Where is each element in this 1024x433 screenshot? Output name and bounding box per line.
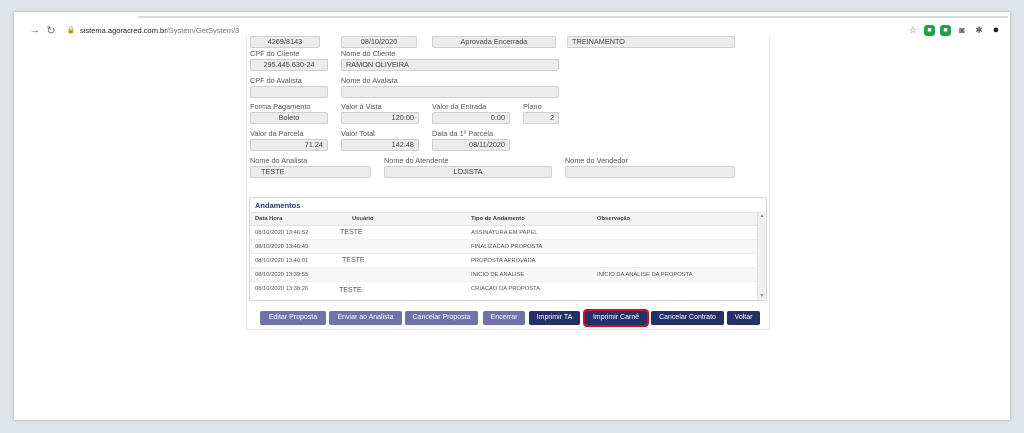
data-parcela-label: Data da 1º Parcela — [432, 129, 494, 138]
row-usuario: TESTE — [340, 229, 363, 236]
nome-analista-label: Nome do Analista — [250, 156, 308, 165]
action-buttons: Editar Proposta Enviar ao Analista Cance… — [247, 309, 771, 327]
nome-analista-field[interactable]: TESTE — [250, 166, 371, 178]
arrow-right-icon[interactable]: → — [28, 23, 42, 37]
extension-green-icon[interactable]: ■ — [924, 24, 935, 36]
andamentos-panel: Andamentos Data Hora Usuário Tipo de And… — [249, 197, 767, 301]
proposal-number-field[interactable]: 4269/8143 — [250, 36, 320, 48]
row-tipo: FINALIZACAO PROPOSTA — [471, 244, 543, 250]
forma-pagamento-label: Forma Pagamento — [250, 102, 311, 111]
row-usuario: TESTE — [342, 257, 365, 264]
proposal-date-field[interactable]: 08/10/2020 — [341, 36, 417, 48]
plano-field[interactable]: 2 — [523, 112, 559, 124]
voltar-button[interactable]: Voltar — [727, 311, 760, 325]
data-parcela-field[interactable]: 08/11/2020 — [432, 139, 510, 151]
camera-icon[interactable]: ◙ — [956, 24, 968, 36]
tab-strip — [14, 12, 1010, 18]
plano-label: Plano — [523, 102, 542, 111]
valor-entrada-field[interactable]: 0.00 — [432, 112, 510, 124]
toolbar-extensions: ☆ ■ ■ ◙ ✱ ● — [907, 21, 1002, 39]
forma-pagamento-field[interactable]: Boleto — [250, 112, 328, 124]
nome-atendente-label: Nome do Atendente — [384, 156, 449, 165]
row-tipo: PROPOSTA APROVADA — [471, 258, 536, 264]
puzzle-icon[interactable]: ✱ — [973, 24, 985, 36]
enviar-analista-button[interactable]: Enviar ao Analista — [329, 311, 402, 325]
proposal-page: 4269/8143 08/10/2020 Aprovada Encerrada … — [246, 35, 770, 330]
cpf-avalista-field[interactable] — [250, 86, 328, 98]
andamentos-scrollbar[interactable]: ▲ ▼ — [757, 212, 766, 300]
row-data-hora: 08/10/2020 13:38:26 — [255, 286, 309, 292]
star-icon[interactable]: ☆ — [907, 24, 919, 36]
nome-avalista-field[interactable] — [341, 86, 559, 98]
reload-icon[interactable]: ↻ — [44, 23, 58, 37]
extension-green-2-icon[interactable]: ■ — [940, 24, 951, 36]
nome-avalista-label: Nome do Avalista — [341, 76, 398, 85]
nome-vendedor-label: Nome do Vendedor — [565, 156, 628, 165]
cpf-cliente-field[interactable]: 295.445.630-24 — [250, 59, 328, 71]
imprimir-carne-button[interactable]: Imprimir Carnê — [583, 309, 649, 327]
row-data-hora: 08/10/2020 13:46:52 — [255, 230, 309, 236]
store-field[interactable]: TREINAMENTO — [567, 36, 735, 48]
nome-atendente-field[interactable]: LOJISTA — [384, 166, 552, 178]
valor-vista-field[interactable]: 120.00 — [341, 112, 419, 124]
valor-total-field[interactable]: 142.48 — [341, 139, 419, 151]
table-row[interactable]: 08/10/2020 13:39:55 INICIO DE ANALISE IN… — [250, 268, 759, 282]
row-usuario: TESTE — [339, 287, 362, 294]
url-host: sistema.agoracred.com.br — [80, 25, 167, 35]
row-data-hora: 08/10/2020 13:40:01 — [255, 258, 309, 264]
table-row[interactable]: 08/10/2020 13:46:49 FINALIZACAO PROPOSTA — [250, 240, 759, 254]
table-row[interactable]: 08/10/2020 13:46:52 TESTE ASSINATURA EM … — [250, 226, 759, 240]
valor-total-label: Valor Total — [341, 129, 375, 138]
cancelar-proposta-button[interactable]: Cancelar Proposta — [405, 311, 478, 325]
nome-vendedor-field[interactable] — [565, 166, 735, 178]
row-tipo: CRIACAO DA PROPOSTA — [471, 286, 541, 292]
nome-cliente-field[interactable]: RAMON OLIVEIRA — [341, 59, 559, 71]
cancelar-contrato-button[interactable]: Cancelar Contrato — [651, 311, 724, 325]
lock-icon: 🔒 — [66, 27, 76, 34]
col-header-tipo: Tipo de Andamento — [471, 216, 525, 222]
url-path: /System/GetSystem/3 — [166, 25, 240, 35]
valor-parcela-label: Valor da Parcela — [250, 129, 304, 138]
imprimir-ta-button[interactable]: Imprimir TA — [529, 311, 580, 325]
cpf-avalista-label: CPF do Avalista — [250, 76, 302, 85]
cpf-cliente-label: CPF do Cliente — [250, 49, 300, 58]
andamentos-title: Andamentos — [255, 201, 301, 210]
scroll-down-icon[interactable]: ▼ — [758, 292, 766, 300]
table-row[interactable]: 08/10/2020 13:40:01 TESTE PROPOSTA APROV… — [250, 254, 759, 268]
account-icon[interactable]: ● — [990, 24, 1002, 36]
tab-divider — [138, 16, 1008, 18]
address-bar[interactable]: 🔒 sistema.agoracred.com.br/System/GetSys… — [66, 21, 240, 39]
col-header-usuario: Usuário — [352, 216, 374, 222]
valor-vista-label: Valor à Vista — [341, 102, 382, 111]
row-data-hora: 08/10/2020 13:39:55 — [255, 272, 309, 278]
col-header-observacao: Observação — [597, 216, 631, 222]
scroll-up-icon[interactable]: ▲ — [758, 212, 766, 220]
andamentos-header-row: Data Hora Usuário Tipo de Andamento Obse… — [250, 212, 759, 226]
row-data-hora: 08/10/2020 13:46:49 — [255, 244, 309, 250]
col-header-data-hora: Data Hora — [255, 216, 283, 222]
valor-parcela-field[interactable]: 71.24 — [250, 139, 328, 151]
valor-entrada-label: Valor da Entrada — [432, 102, 487, 111]
status-field[interactable]: Aprovada Encerrada — [432, 36, 556, 48]
browser-window: → ↻ 🔒 sistema.agoracred.com.br/System/Ge… — [14, 12, 1010, 420]
encerrar-button[interactable]: Encerrar — [483, 311, 525, 325]
row-observacao: INÍCIO DA ANÁLISE DA PROPOSTA — [597, 272, 693, 278]
row-tipo: ASSINATURA EM PAPEL — [471, 230, 538, 236]
nome-cliente-label: Nome do Cliente — [341, 49, 396, 58]
row-tipo: INICIO DE ANALISE — [471, 272, 525, 278]
table-row[interactable]: 08/10/2020 13:38:26 TESTE CRIACAO DA PRO… — [250, 282, 759, 296]
editar-proposta-button[interactable]: Editar Proposta — [260, 311, 326, 325]
